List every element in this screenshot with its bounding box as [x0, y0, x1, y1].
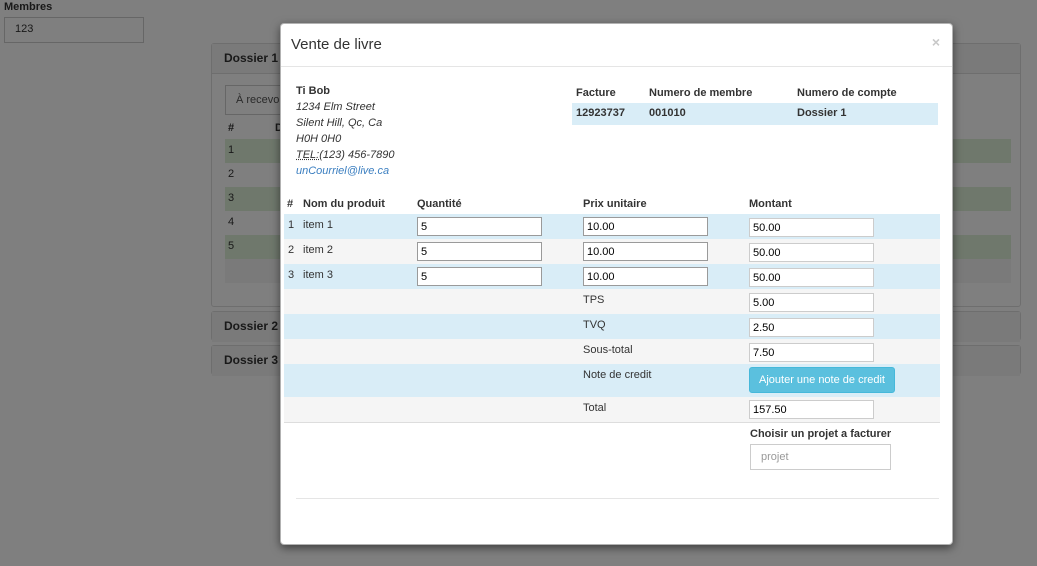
sale-modal: Vente de livre × Ti Bob 1234 Elm Street …	[280, 23, 953, 545]
col-product-name: Nom du produit	[303, 198, 385, 210]
quantity-input[interactable]	[417, 217, 542, 236]
unit-price-input[interactable]	[583, 217, 708, 236]
invoice-col-facture: Facture	[576, 87, 616, 99]
address-postal: H0H 0H0	[296, 133, 342, 145]
tvq-row: TVQ	[284, 314, 940, 339]
tvq-label: TVQ	[583, 319, 606, 331]
tvq-field[interactable]	[749, 318, 874, 337]
unit-price-input[interactable]	[583, 267, 708, 286]
subtotal-field[interactable]	[749, 343, 874, 362]
invoice-col-compte: Numero de compte	[797, 87, 897, 99]
subtotal-row: Sous-total	[284, 339, 940, 364]
customer-name: Ti Bob	[296, 85, 331, 97]
col-quantity: Quantité	[417, 198, 462, 210]
modal-title: Vente de livre	[291, 36, 382, 53]
tps-field[interactable]	[749, 293, 874, 312]
amount-field[interactable]	[749, 243, 874, 262]
quantity-input[interactable]	[417, 267, 542, 286]
total-row: Total	[284, 397, 940, 422]
product-name: item 2	[303, 244, 333, 256]
col-num: #	[287, 198, 294, 210]
email-link[interactable]: unCourriel@live.ca	[296, 165, 389, 177]
modal-footer-divider	[296, 498, 939, 499]
add-credit-note-button[interactable]: Ajouter une note de credit	[749, 367, 895, 393]
total-label: Total	[583, 402, 607, 414]
address-phone: TEL:(123) 456-7890	[296, 147, 394, 163]
invoice-number: 12923737	[576, 107, 625, 119]
invoice-value-row: 12923737 001010 Dossier 1	[572, 103, 938, 125]
row-num: 1	[288, 219, 295, 231]
phone-label: TEL:	[296, 149, 320, 161]
row-num: 2	[288, 244, 295, 256]
phone-number: (123) 456-7890	[319, 149, 395, 161]
product-row: 1 item 1	[284, 214, 940, 239]
table-divider	[284, 422, 940, 423]
tps-row: TPS	[284, 289, 940, 314]
amount-field[interactable]	[749, 268, 874, 287]
address-street: 1234 Elm Street	[296, 101, 375, 113]
total-field[interactable]	[749, 400, 874, 419]
products-table: # Nom du produit Quantité Prix unitaire …	[284, 195, 940, 423]
product-name: item 1	[303, 219, 333, 231]
amount-field[interactable]	[749, 218, 874, 237]
product-row: 3 item 3	[284, 264, 940, 289]
close-icon[interactable]: ×	[932, 34, 940, 50]
member-number: 001010	[649, 107, 686, 119]
row-num: 3	[288, 269, 295, 281]
address-email: unCourriel@live.ca	[296, 163, 394, 179]
subtotal-label: Sous-total	[583, 344, 633, 356]
invoice-info-table: Facture Numero de membre Numero de compt…	[572, 83, 938, 125]
product-name: item 3	[303, 269, 333, 281]
account-number: Dossier 1	[797, 107, 847, 119]
col-amount: Montant	[749, 198, 792, 210]
unit-price-input[interactable]	[583, 242, 708, 261]
credit-note-row: Note de credit Ajouter une note de credi…	[284, 364, 940, 397]
tps-label: TPS	[583, 294, 605, 306]
invoice-col-membre: Numero de membre	[649, 87, 753, 99]
modal-header: Vente de livre ×	[281, 24, 952, 67]
product-row: 2 item 2	[284, 239, 940, 264]
invoice-header-row: Facture Numero de membre Numero de compt…	[572, 83, 938, 103]
products-header-row: # Nom du produit Quantité Prix unitaire …	[284, 195, 940, 214]
col-unit-price: Prix unitaire	[583, 198, 647, 210]
address-city: Silent Hill, Qc, Ca	[296, 117, 383, 129]
quantity-input[interactable]	[417, 242, 542, 261]
customer-address: Ti Bob 1234 Elm Street Silent Hill, Qc, …	[296, 83, 394, 179]
credit-note-label: Note de credit	[583, 369, 652, 381]
project-label: Choisir un projet a facturer	[750, 428, 892, 440]
project-input[interactable]	[750, 444, 891, 470]
